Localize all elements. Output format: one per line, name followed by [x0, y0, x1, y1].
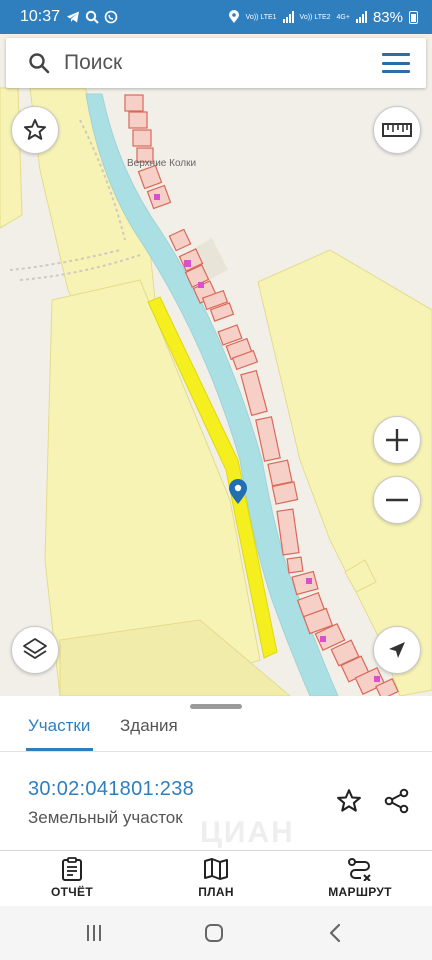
report-label: ОТЧЁТ — [51, 885, 93, 899]
route-label: МАРШРУТ — [328, 885, 392, 899]
route-button[interactable]: МАРШРУТ — [305, 857, 415, 899]
plan-button[interactable]: ПЛАН — [161, 857, 271, 899]
menu-line — [382, 61, 410, 65]
whatsapp-icon — [104, 10, 118, 24]
watermark: ЦИАН — [200, 816, 295, 849]
map-canvas[interactable]: Верхние Колки — [0, 34, 432, 696]
favorite-map-button[interactable] — [11, 106, 59, 154]
tab-buildings[interactable]: Здания — [120, 716, 178, 736]
drag-handle[interactable] — [190, 704, 242, 709]
location-status-icon — [228, 10, 239, 23]
minus-icon — [386, 498, 408, 502]
back-icon — [329, 923, 341, 943]
panel-tabs: Участки Здания — [0, 710, 432, 752]
parcel-type: Земельный участок — [28, 808, 183, 827]
parcel-area — [0, 87, 23, 229]
report-button[interactable]: ОТЧЁТ — [17, 857, 127, 899]
recent-apps-icon — [87, 925, 101, 941]
menu-line — [382, 70, 410, 73]
place-label: Верхние Колки — [127, 158, 196, 169]
tab-parcels[interactable]: Участки — [28, 716, 90, 736]
active-tab-indicator — [26, 748, 93, 751]
plan-label: ПЛАН — [198, 885, 234, 899]
action-bar: ОТЧЁТ ПЛАН МАРШРУТ — [0, 850, 432, 906]
battery-icon — [409, 10, 418, 24]
home-icon — [205, 924, 223, 942]
zoom-in-button[interactable] — [373, 416, 421, 464]
navigation-arrow-icon — [389, 642, 405, 658]
plus-icon — [386, 429, 408, 451]
search-icon — [29, 53, 50, 74]
search-input[interactable]: Поиск — [64, 51, 382, 75]
status-time: 10:37 — [20, 8, 61, 25]
parcel-id-link[interactable]: 30:02:041801:238 — [28, 778, 194, 801]
recent-apps-button[interactable] — [84, 922, 104, 944]
layers-button[interactable] — [11, 626, 59, 674]
route-icon — [348, 858, 371, 881]
share-icon — [384, 788, 409, 814]
network-4g: 4G+ — [336, 13, 350, 21]
telegram-icon — [67, 11, 80, 23]
back-button[interactable] — [326, 922, 344, 944]
layers-icon — [23, 638, 47, 659]
status-bar: 10:37 Vo)) LTE1 Vo)) LTE2 4G+ 83% — [0, 0, 432, 34]
map-icon — [204, 858, 228, 880]
network-lte2: Vo)) LTE2 — [299, 13, 331, 21]
battery-percent: 83% — [372, 8, 403, 26]
menu-line — [382, 53, 410, 56]
home-button[interactable] — [203, 922, 225, 944]
clipboard-icon — [62, 857, 82, 881]
system-nav-bar — [0, 906, 432, 960]
ruler-icon — [382, 123, 412, 137]
network-lte1: Vo)) LTE1 — [245, 13, 277, 21]
signal-icon-2 — [355, 11, 367, 23]
search-status-icon — [85, 10, 99, 24]
star-icon — [23, 119, 47, 140]
ruler-button[interactable] — [373, 106, 421, 154]
share-button[interactable] — [382, 786, 412, 816]
menu-button[interactable] — [382, 53, 410, 73]
favorite-button[interactable] — [334, 786, 364, 816]
star-icon — [337, 789, 361, 812]
zoom-out-button[interactable] — [373, 476, 421, 524]
search-bar[interactable]: Поиск — [6, 38, 426, 88]
my-location-button[interactable] — [373, 626, 421, 674]
signal-icon — [282, 11, 294, 23]
map-view[interactable]: Верхние Колки — [0, 34, 432, 696]
